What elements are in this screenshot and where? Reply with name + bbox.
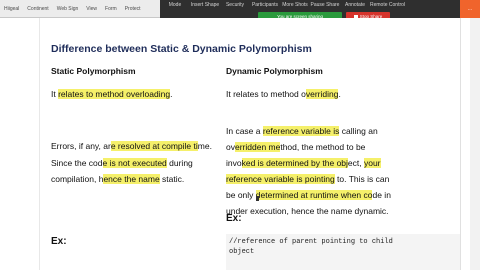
dynamic-explanation: In case a reference variable is calling … — [226, 123, 391, 219]
text-run: ect, — [347, 158, 364, 168]
text-run: to. This is can — [334, 174, 390, 184]
text-run: Since the cod — [51, 157, 103, 168]
dynamic-overriding-text: It relates to method overriding. — [226, 88, 341, 102]
highlight: ence the name — [103, 174, 160, 184]
code-line: //reference of parent pointing to child — [229, 238, 393, 246]
security-button[interactable]: Security — [220, 2, 250, 8]
static-column-header: Static Polymorphism — [51, 66, 136, 76]
highlight: erridden me — [234, 142, 281, 152]
highlight: reference variable is — [262, 126, 340, 136]
ribbon-item-view[interactable]: View — [82, 6, 101, 12]
text-run: invo — [226, 158, 242, 168]
text-run: It relates to method o — [226, 89, 306, 99]
ribbon-item-sign[interactable]: Web Sign — [53, 6, 83, 12]
meeting-toolbar: Hiigeal Continent Web Sign View Form Pro… — [0, 0, 480, 18]
highlight: relates to method overloading — [58, 89, 171, 99]
text-run: . — [338, 89, 341, 99]
dynamic-example-label: Ex: — [226, 213, 242, 224]
dynamic-column-header: Dynamic Polymorphism — [226, 66, 323, 76]
text-run: be only — [226, 190, 256, 200]
highlight: e is not executed — [102, 157, 167, 168]
highlight: reference variable is pointing — [226, 174, 335, 184]
participants-button[interactable]: Participants — [250, 2, 280, 8]
insert-shape-button[interactable]: Insert Shape — [190, 2, 220, 8]
more-button[interactable]: More Shots — [280, 2, 310, 8]
code-snippet: //reference of parent pointing to child … — [229, 237, 393, 257]
highlight: verriding — [305, 89, 339, 99]
text-run: In case a — [226, 126, 263, 136]
static-explanation: Errors, if any, are resolved at compile … — [51, 140, 212, 187]
text-run: de in — [372, 190, 391, 200]
ribbon-item-protect[interactable]: Protect — [121, 6, 145, 12]
annotate-button[interactable]: Annotate — [340, 2, 370, 8]
remote-control-button[interactable]: Remote Control — [370, 2, 405, 8]
text-run: under execution, hence the name dynamic. — [226, 206, 389, 216]
page-title: Difference between Static & Dynamic Poly… — [51, 43, 312, 55]
more-tab[interactable]: ... — [460, 0, 480, 18]
ribbon-item-home[interactable]: Hiigeal — [0, 6, 23, 12]
static-example-label: Ex: — [51, 236, 67, 247]
vertical-scrollbar[interactable] — [470, 18, 480, 270]
ribbon-item-comment[interactable]: Continent — [23, 6, 52, 12]
text-run: compilation, h — [51, 174, 104, 184]
document-ribbon: Hiigeal Continent Web Sign View Form Pro… — [0, 0, 160, 18]
text-run: during — [166, 157, 193, 168]
ribbon-item-form[interactable]: Form — [101, 6, 121, 12]
page-edge-right — [460, 18, 461, 270]
text-run: ov — [226, 142, 235, 152]
mode-button[interactable]: Mode — [160, 2, 190, 8]
code-line: object — [229, 248, 255, 256]
highlight: e resolved at compile ti — [110, 141, 198, 151]
text-run: thod, the method to be — [280, 142, 366, 152]
text-run: static. — [159, 174, 185, 184]
static-overloading-text: It relates to method overloading. — [51, 88, 172, 102]
text-run: Errors, if any, ar — [51, 141, 111, 151]
text-run: calling an — [339, 126, 378, 136]
highlight: your — [363, 158, 381, 168]
highlight: ked is determined by the obj — [241, 158, 348, 168]
text-run: me. — [197, 141, 212, 151]
highlight: determined at runtime when co — [255, 190, 373, 200]
text-run: . — [170, 89, 173, 99]
mouse-cursor-icon — [256, 196, 259, 201]
pause-share-button[interactable]: Pause Share — [310, 2, 340, 8]
